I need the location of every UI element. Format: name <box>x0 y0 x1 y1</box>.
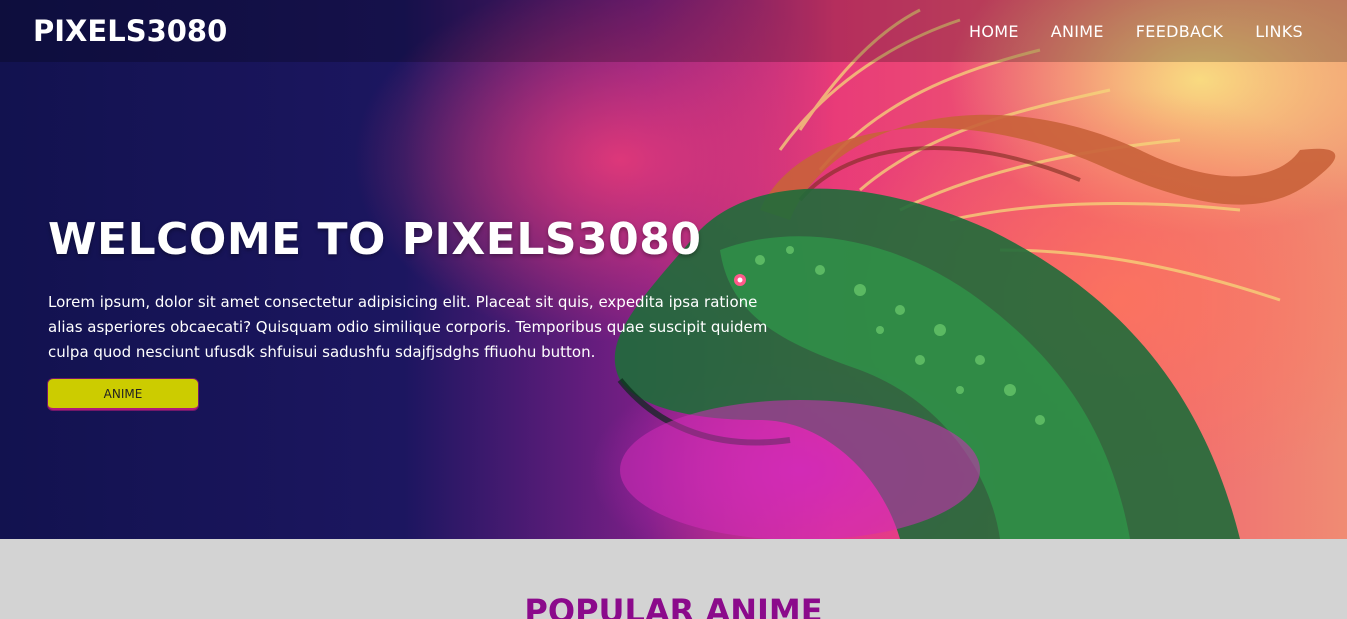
hero-section: PIXELS3080 HOME ANIME FEEDBACK LINKS WEL… <box>0 0 1347 539</box>
nav-link-feedback[interactable]: FEEDBACK <box>1136 22 1223 41</box>
hero-description: Lorem ipsum, dolor sit amet consectetur … <box>48 293 768 361</box>
hero-title: WELCOME TO PIXELS3080 <box>48 214 702 265</box>
nav-link-home[interactable]: HOME <box>969 22 1019 41</box>
nav-link-links[interactable]: LINKS <box>1255 22 1303 41</box>
nav-link-anime[interactable]: ANIME <box>1051 22 1104 41</box>
popular-anime-section: POPULAR ANIME <box>0 539 1347 619</box>
top-navbar: PIXELS3080 HOME ANIME FEEDBACK LINKS <box>0 0 1347 62</box>
popular-anime-title: POPULAR ANIME <box>524 592 823 619</box>
anime-button[interactable]: ANIME <box>48 379 198 410</box>
nav-links: HOME ANIME FEEDBACK LINKS <box>969 22 1303 41</box>
site-logo[interactable]: PIXELS3080 <box>33 14 227 48</box>
hero-content: WELCOME TO PIXELS3080 Lorem ipsum, dolor… <box>48 212 768 410</box>
